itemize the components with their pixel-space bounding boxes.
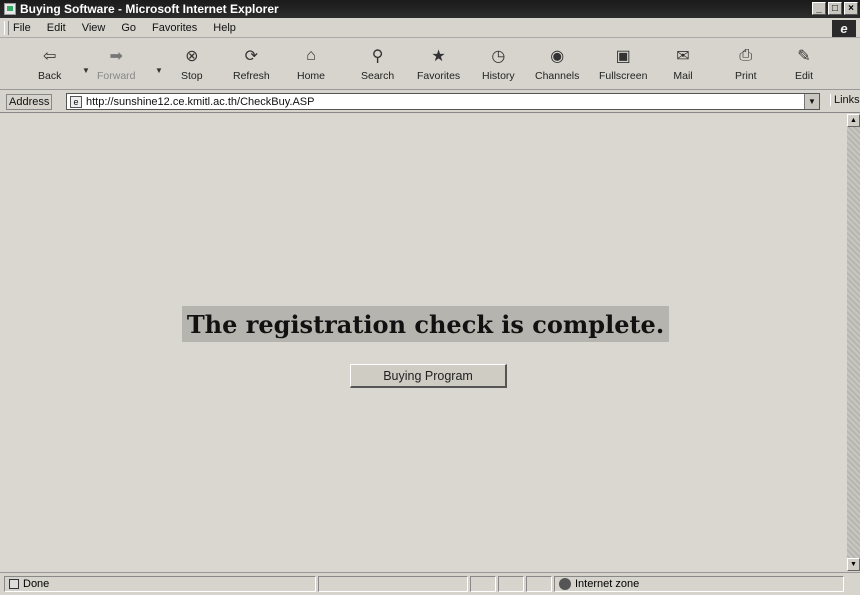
toolbar: ⇦ Back ▼ ➡ Forward ▼ ⊗ Stop ⟳ Refresh ⌂ … — [0, 40, 860, 90]
address-url: http://sunshine12.ce.kmitl.ac.th/CheckBu… — [86, 95, 315, 108]
page-content — [0, 114, 847, 571]
menu-file[interactable]: File — [13, 22, 31, 34]
search-label: Search — [361, 70, 395, 82]
print-icon: ⎙ — [739, 47, 753, 64]
back-button[interactable]: ⇦ Back — [38, 42, 61, 88]
channels-button[interactable]: ◉ Channels — [535, 42, 579, 88]
edit-label: Edit — [794, 70, 814, 82]
edit-icon: ✎ — [797, 48, 811, 65]
window-title: Buying Software - Microsoft Internet Exp… — [20, 2, 279, 16]
history-label: History — [482, 70, 515, 82]
status-bar: Done Internet zone — [0, 572, 860, 595]
links-button[interactable]: Links — [830, 94, 860, 106]
stop-label: Stop — [181, 70, 203, 82]
channels-label: Channels — [535, 70, 580, 82]
page-icon: e — [70, 95, 82, 108]
address-bar: Address e http://sunshine12.ce.kmitl.ac.… — [0, 91, 860, 113]
menu-grip — [4, 21, 9, 35]
refresh-label: Refresh — [233, 70, 270, 82]
status-cell-2 — [498, 576, 524, 592]
address-input[interactable]: e http://sunshine12.ce.kmitl.ac.th/Check… — [66, 93, 820, 110]
favorites-button[interactable]: ★ Favorites — [417, 42, 460, 88]
menu-edit[interactable]: Edit — [47, 22, 66, 34]
print-label: Print — [735, 70, 757, 82]
status-cell-progress — [318, 576, 468, 592]
forward-arrow-icon: ➡ — [109, 48, 123, 65]
window-controls: _ □ × — [812, 2, 858, 15]
zone-text: Internet zone — [575, 578, 640, 590]
status-zone: Internet zone — [554, 576, 844, 592]
back-arrow-icon: ⇦ — [42, 48, 57, 65]
menu-bar: File Edit View Go Favorites Help e — [0, 19, 860, 38]
search-button[interactable]: ⚲ Search — [361, 42, 394, 88]
app-icon — [4, 3, 16, 15]
title-bar: Buying Software - Microsoft Internet Exp… — [0, 0, 860, 18]
history-button[interactable]: ◷ History — [482, 42, 515, 88]
stop-button[interactable]: ⊗ Stop — [181, 42, 203, 88]
maximize-button[interactable]: □ — [828, 2, 842, 15]
menu-go[interactable]: Go — [121, 22, 136, 34]
forward-label: Forward — [97, 70, 136, 82]
fullscreen-button[interactable]: ▣ Fullscreen — [599, 42, 647, 88]
status-text: Done — [23, 578, 50, 590]
edit-button[interactable]: ✎ Edit — [794, 42, 814, 88]
menu-favorites[interactable]: Favorites — [152, 22, 197, 34]
minimize-button[interactable]: _ — [812, 2, 826, 15]
channels-icon: ◉ — [550, 48, 565, 65]
menu-help[interactable]: Help — [213, 22, 236, 34]
stop-icon: ⊗ — [185, 48, 199, 65]
status-cell-1 — [470, 576, 496, 592]
fullscreen-label: Fullscreen — [599, 70, 648, 82]
back-dropdown-icon[interactable]: ▼ — [82, 66, 90, 75]
home-icon: ⌂ — [306, 47, 316, 64]
mail-icon: ✉ — [676, 48, 690, 65]
registration-message: The registration check is complete. — [182, 306, 669, 342]
home-button[interactable]: ⌂ Home — [297, 42, 325, 88]
forward-button[interactable]: ➡ Forward — [97, 42, 136, 88]
menu-view[interactable]: View — [82, 22, 106, 34]
address-label: Address — [6, 93, 53, 110]
fullscreen-icon: ▣ — [615, 48, 631, 65]
close-button[interactable]: × — [844, 2, 858, 15]
favorites-label: Favorites — [417, 70, 461, 82]
status-main: Done — [4, 576, 316, 592]
mail-label: Mail — [673, 70, 693, 82]
browser-window: Buying Software - Microsoft Internet Exp… — [0, 0, 860, 595]
back-label: Back — [38, 70, 62, 82]
internet-zone-icon — [559, 578, 571, 590]
scroll-down-icon[interactable]: ▼ — [847, 558, 860, 571]
search-icon: ⚲ — [371, 48, 384, 65]
forward-dropdown-icon[interactable]: ▼ — [155, 66, 163, 75]
buying-program-button[interactable]: Buying Program — [350, 364, 507, 388]
refresh-icon: ⟳ — [244, 48, 259, 65]
status-cell-3 — [526, 576, 552, 592]
mail-button[interactable]: ✉ Mail — [673, 42, 693, 88]
favorites-icon: ★ — [431, 48, 446, 65]
address-dropdown-icon[interactable]: ▼ — [804, 94, 819, 109]
print-button[interactable]: ⎙ Print — [735, 42, 757, 88]
vertical-scrollbar[interactable]: ▲ ▼ — [847, 114, 860, 571]
history-icon: ◷ — [491, 48, 506, 65]
page-status-icon — [9, 579, 19, 589]
ie-logo-icon: e — [832, 20, 856, 37]
refresh-button[interactable]: ⟳ Refresh — [233, 42, 270, 88]
home-label: Home — [297, 70, 326, 82]
scroll-up-icon[interactable]: ▲ — [847, 114, 860, 127]
